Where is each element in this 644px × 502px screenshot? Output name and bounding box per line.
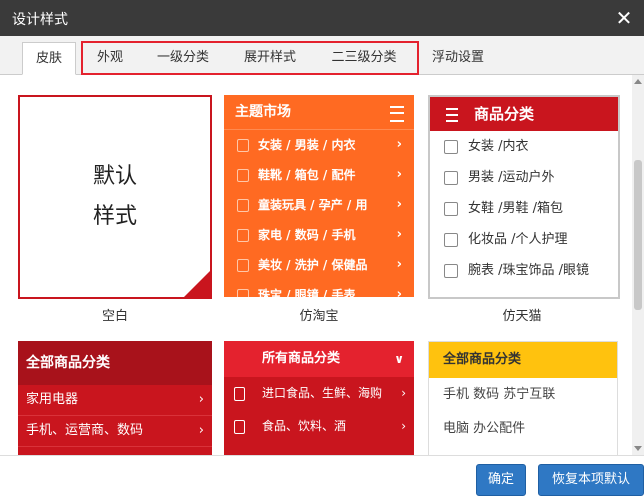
- style-name-tmall: 仿天猫: [502, 309, 542, 324]
- chevron-right-icon: ›: [396, 257, 402, 272]
- chevron-down-icon: ∨: [394, 352, 404, 366]
- style-card-blank[interactable]: 默认 样式: [18, 95, 212, 299]
- tab-appearance[interactable]: 外观: [84, 42, 136, 73]
- chevron-right-icon: ›: [396, 137, 402, 152]
- chevron-right-icon: ›: [401, 419, 406, 433]
- chevron-right-icon: ›: [396, 197, 402, 212]
- list-item: 鞋靴 / 箱包 / 配件 ›: [224, 160, 414, 190]
- suning-preview-header: 全部商品分类: [429, 342, 617, 378]
- list-item: 童装玩具 / 孕产 / 用 ›: [224, 190, 414, 220]
- style-gallery: 默认 样式 空白 主题市场 女装 / 男装 / 内衣 › 鞋靴 / 箱包 / 配件…: [0, 75, 632, 455]
- selected-corner-mark: [184, 271, 210, 297]
- list-item: 腕表 /珠宝饰品 /眼镜: [430, 255, 618, 286]
- tab-skin[interactable]: 皮肤: [22, 42, 76, 75]
- style-card-tmall[interactable]: 商品分类 女装 /内衣 男装 /运动户外 女鞋 /男鞋 /箱包 化妆品 /个人护…: [428, 95, 620, 299]
- tab-float-settings[interactable]: 浮动设置: [418, 42, 498, 73]
- taobao-preview-header: 主题市场: [224, 95, 414, 130]
- list-item: 珠宝 / 眼镜 / 手表 ›: [224, 280, 414, 297]
- list-item: 家电 / 数码 / 手机 ›: [224, 220, 414, 250]
- style-card-taobao[interactable]: 主题市场 女装 / 男装 / 内衣 › 鞋靴 / 箱包 / 配件 › 童装玩具 / …: [224, 95, 414, 297]
- yhd-preview-header: 所有商品分类 ∨: [224, 341, 414, 377]
- tmall-preview-header: 商品分类: [430, 97, 618, 131]
- style-card-suning[interactable]: 全部商品分类 手机 数码 苏宁互联 电脑 办公配件: [428, 341, 618, 455]
- style-card-yhd[interactable]: 所有商品分类 ∨ 进口食品、生鲜、海购 › 食品、饮料、酒 ›: [224, 341, 414, 455]
- close-icon[interactable]: ✕: [614, 8, 634, 28]
- style-card-jd[interactable]: 全部商品分类 家用电器 › 手机、运营商、数码 ›: [18, 341, 212, 455]
- scroll-up-icon[interactable]: [634, 79, 642, 84]
- bottle-icon: [237, 199, 249, 212]
- shoe-icon: [444, 202, 458, 216]
- camera-icon: [237, 229, 249, 242]
- list-item: 家用电器 ›: [18, 385, 212, 416]
- gem-icon: [237, 289, 249, 297]
- chevron-right-icon: ›: [198, 423, 204, 438]
- chevron-right-icon: ›: [198, 392, 204, 407]
- list-item: 化妆品 /个人护理: [430, 224, 618, 255]
- diamond-icon: [444, 264, 458, 278]
- chevron-right-icon: ›: [396, 287, 402, 297]
- list-item: 女装 / 男装 / 内衣 ›: [224, 130, 414, 160]
- list-item: 手机 数码 苏宁互联: [443, 387, 556, 402]
- list-item: 食品、饮料、酒 ›: [224, 410, 414, 443]
- shoe-icon: [237, 169, 249, 182]
- vertical-scrollbar[interactable]: [632, 75, 644, 455]
- list-item: 进口食品、生鲜、海购 ›: [224, 377, 414, 410]
- default-style-text: 默认 样式: [92, 164, 137, 229]
- shirt-icon: [237, 139, 249, 152]
- confirm-button[interactable]: 确定: [476, 464, 526, 496]
- menu-icon: [390, 106, 404, 122]
- menu-icon: [446, 108, 458, 122]
- tab-expand-style[interactable]: 展开样式: [228, 42, 312, 73]
- list-item: 美妆 / 洗护 / 保健品 ›: [224, 250, 414, 280]
- list-item: 男装 /运动户外: [430, 162, 618, 193]
- tab-bar: 皮肤 外观 一级分类 展开样式 二三级分类 浮动设置: [0, 36, 644, 75]
- chevron-right-icon: ›: [396, 167, 402, 182]
- shirt-icon: [444, 171, 458, 185]
- person-icon: [444, 140, 458, 154]
- jd-preview-header: 全部商品分类: [18, 341, 212, 385]
- chevron-right-icon: ›: [396, 227, 402, 242]
- chevron-right-icon: ›: [401, 386, 406, 400]
- lipstick-icon: [237, 259, 249, 272]
- bottle-icon: [444, 233, 458, 247]
- scrollbar-thumb[interactable]: [634, 160, 642, 310]
- fork-icon: [234, 420, 245, 434]
- list-item: 女装 /内衣: [430, 131, 618, 162]
- style-name-blank: 空白: [101, 309, 128, 324]
- style-name-taobao: 仿淘宝: [299, 309, 339, 324]
- scroll-down-icon[interactable]: [634, 446, 642, 451]
- dialog-titlebar: 设计样式 ✕: [0, 0, 644, 36]
- dialog-footer: 确定 恢复本项默认: [0, 455, 644, 502]
- dialog-title: 设计样式: [12, 12, 68, 28]
- tab-second-third-level-category[interactable]: 二三级分类: [314, 42, 414, 73]
- bottle-icon: [234, 387, 245, 401]
- list-item: 电脑 办公配件: [443, 421, 526, 436]
- tab-first-level-category[interactable]: 一级分类: [140, 42, 226, 73]
- list-item: 女鞋 /男鞋 /箱包: [430, 193, 618, 224]
- list-item: 手机、运营商、数码 ›: [18, 416, 212, 447]
- restore-default-button[interactable]: 恢复本项默认: [538, 464, 644, 496]
